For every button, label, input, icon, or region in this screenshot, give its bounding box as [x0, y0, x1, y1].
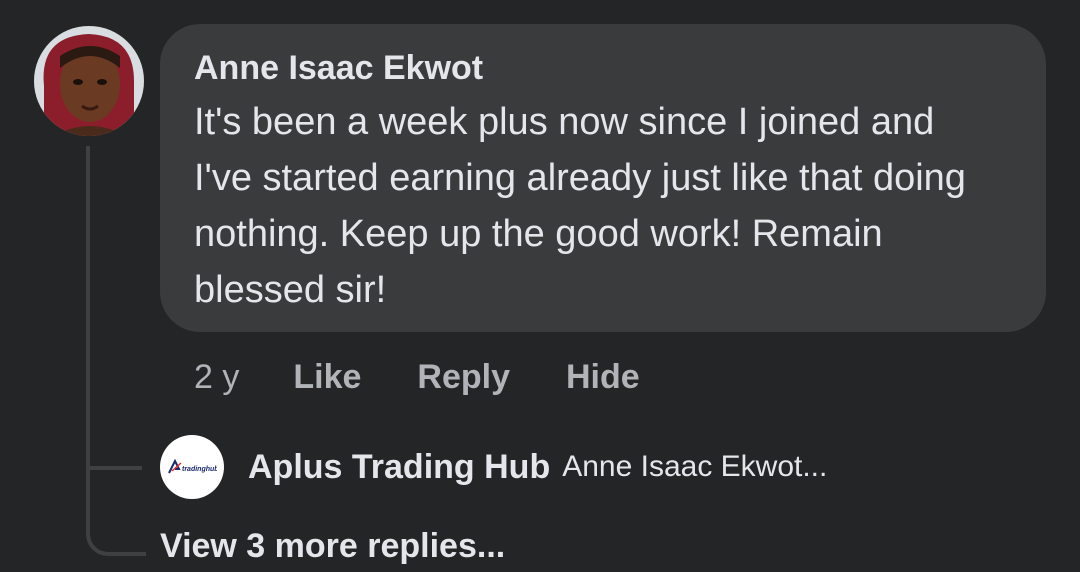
- comment-actions: 2 y Like Reply Hide: [194, 352, 696, 402]
- comment-thread: Anne Isaac Ekwot It's been a week plus n…: [0, 0, 1080, 572]
- commenter-avatar[interactable]: [34, 26, 144, 136]
- logo-text: tradinghub: [182, 466, 217, 473]
- like-button[interactable]: Like: [293, 358, 361, 397]
- reply-preview-text[interactable]: Anne Isaac Ekwot...: [562, 450, 827, 484]
- comment-text: It's been a week plus now since I joined…: [194, 101, 966, 311]
- reply-author-avatar[interactable]: tradinghub: [160, 435, 224, 499]
- reply-connector: [90, 462, 142, 470]
- profile-photo-icon: [34, 26, 144, 136]
- comment-author-name[interactable]: Anne Isaac Ekwot: [194, 46, 1012, 90]
- reply-button[interactable]: Reply: [417, 358, 510, 397]
- view-more-replies-link[interactable]: View 3 more replies...: [160, 524, 505, 568]
- aplus-logo-icon: tradinghub: [168, 458, 217, 474]
- reply-item[interactable]: tradinghub Aplus Trading Hub Anne Isaac …: [160, 434, 827, 500]
- view-more-connector: [86, 500, 146, 556]
- hide-button[interactable]: Hide: [566, 358, 640, 397]
- comment-timestamp[interactable]: 2 y: [194, 358, 239, 397]
- comment-bubble: Anne Isaac Ekwot It's been a week plus n…: [160, 24, 1046, 332]
- reply-author-name[interactable]: Aplus Trading Hub: [248, 448, 550, 487]
